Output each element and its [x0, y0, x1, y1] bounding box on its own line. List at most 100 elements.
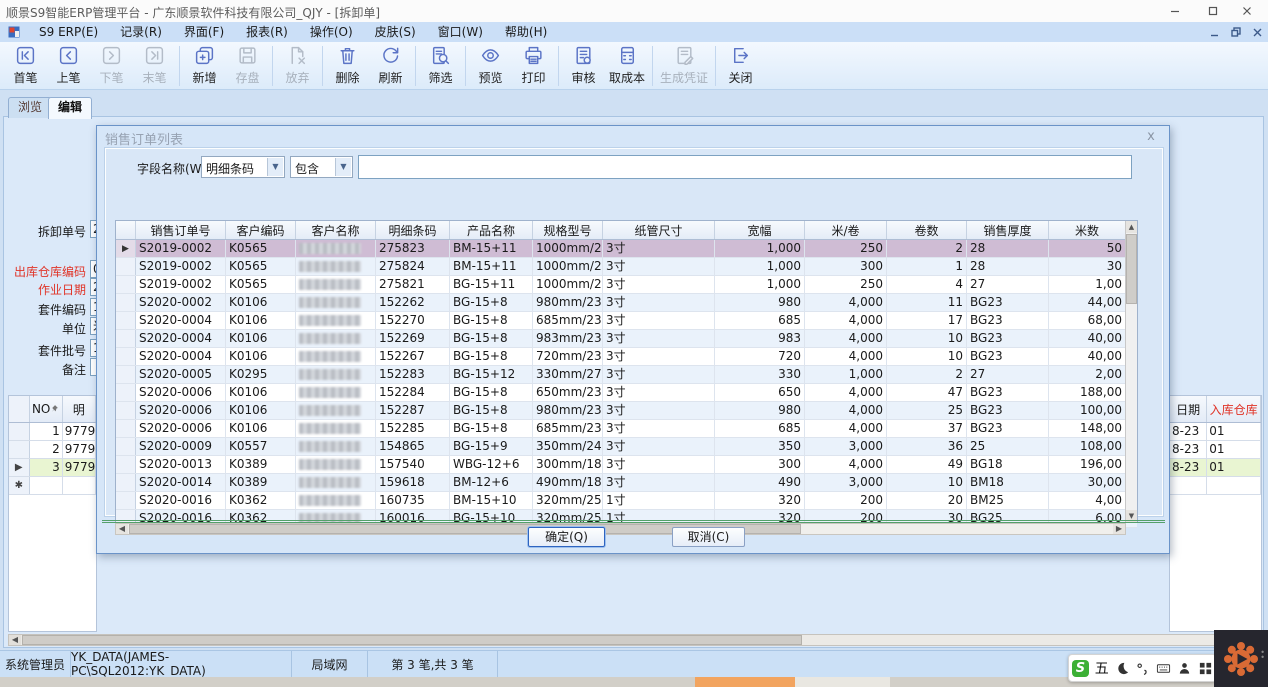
toolbar-delete-button[interactable]: 删除: [326, 44, 369, 88]
ime-mode-label[interactable]: 五: [1095, 658, 1109, 678]
toolbar-cost-button[interactable]: 取成本: [605, 44, 649, 88]
table-row[interactable]: S2020-0016K0362160735BM-15+10320mm/25um.…: [116, 492, 1137, 510]
column-header[interactable]: 销售厚度: [967, 221, 1049, 239]
grid-icon[interactable]: [1198, 661, 1213, 676]
mdi-restore-icon[interactable]: [1231, 27, 1241, 37]
toolbar-add-button[interactable]: 新增: [183, 44, 226, 88]
toolbar-preview-button[interactable]: 预览: [469, 44, 512, 88]
table-row[interactable]: ✱: [9, 477, 96, 495]
toolbar-last-button[interactable]: 末笔: [133, 44, 176, 88]
table-row[interactable]: S2020-0009K0557154865BG-15+9350mm/24um..…: [116, 438, 1137, 456]
table-row[interactable]: [1170, 477, 1261, 495]
toolbar-next-button[interactable]: 下笔: [90, 44, 133, 88]
menu-item[interactable]: 帮助(H): [494, 22, 558, 42]
column-header-warehouse[interactable]: 入库仓库: [1207, 396, 1261, 422]
column-header[interactable]: 产品名称: [450, 221, 533, 239]
table-row[interactable]: S2020-0004K0106152270BG-15+8685mm/23um..…: [116, 312, 1137, 330]
toolbar-first-button[interactable]: 首笔: [4, 44, 47, 88]
toolbar-filter-button[interactable]: 筛选: [419, 44, 462, 88]
menu-s9erp[interactable]: S9 ERP(E): [28, 22, 109, 42]
menu-item[interactable]: 皮肤(S): [364, 22, 427, 42]
column-header[interactable]: 米/卷: [805, 221, 887, 239]
table-row[interactable]: S2020-0013K0389157540WBG-12+6300mm/18um.…: [116, 456, 1137, 474]
column-header-no[interactable]: NO: [30, 396, 63, 422]
keyboard-icon[interactable]: [1156, 661, 1171, 676]
column-header[interactable]: 客户名称: [296, 221, 376, 239]
table-row[interactable]: S2020-0006K0106152285BG-15+8685mm/23um..…: [116, 420, 1137, 438]
filter-field-select[interactable]: 明细条码 ▼: [201, 156, 285, 178]
scroll-right-icon[interactable]: ▶: [1113, 524, 1125, 534]
close-button[interactable]: [1230, 0, 1264, 22]
column-header[interactable]: 客户编码: [226, 221, 296, 239]
scrollbar-thumb[interactable]: [22, 635, 802, 645]
moon-icon[interactable]: [1115, 661, 1130, 676]
tab-browse[interactable]: 浏览: [8, 97, 52, 118]
menu-item[interactable]: 操作(O): [299, 22, 364, 42]
table-row[interactable]: S2020-0006K0106152284BG-15+8650mm/23um..…: [116, 384, 1137, 402]
cell: K0106: [226, 294, 296, 311]
column-header[interactable]: 卷数: [887, 221, 967, 239]
filter-operator-select[interactable]: 包含 ▼: [290, 156, 353, 178]
mdi-minimize-icon[interactable]: [1210, 28, 1219, 37]
cancel-button[interactable]: 取消(C): [672, 527, 745, 547]
maximize-button[interactable]: [1196, 0, 1230, 22]
punct-icon[interactable]: [1135, 661, 1150, 676]
chevron-down-icon[interactable]: ▼: [267, 158, 283, 176]
cell: 200: [805, 492, 887, 509]
column-header[interactable]: 米数: [1049, 221, 1126, 239]
table-row[interactable]: S2020-0004K0106152269BG-15+8983mm/23um..…: [116, 330, 1137, 348]
chevron-down-icon[interactable]: ▼: [335, 158, 351, 176]
person-icon[interactable]: [1177, 661, 1192, 676]
column-header-date[interactable]: 日期: [1170, 396, 1207, 422]
grid-hscrollbar[interactable]: ◀ ▶: [115, 523, 1126, 535]
menu-item[interactable]: 记录(R): [109, 22, 173, 42]
toolbar-voucher-button[interactable]: 生成凭证: [656, 44, 712, 88]
table-row[interactable]: 297792: [9, 441, 96, 459]
toolbar-print-button[interactable]: 打印: [512, 44, 555, 88]
detail-grid-hscrollbar[interactable]: ◀ ▶: [8, 634, 1258, 646]
table-row[interactable]: 197792: [9, 423, 96, 441]
column-header[interactable]: 明细条码: [376, 221, 450, 239]
toolbar-refresh-button[interactable]: 刷新: [369, 44, 412, 88]
table-row[interactable]: 8-2301: [1170, 423, 1261, 441]
filter-search-input[interactable]: [358, 155, 1132, 179]
table-row[interactable]: 8-2301: [1170, 459, 1261, 477]
table-row[interactable]: S2019-0002K0565275824BM-15+111000mm/26u.…: [116, 258, 1137, 276]
column-header-detail[interactable]: 明: [63, 396, 96, 422]
dialog-close-icon[interactable]: x: [1143, 129, 1159, 144]
menu-item[interactable]: 报表(R): [235, 22, 299, 42]
table-row[interactable]: S2019-0002K0565275821BG-15+111000mm/26u.…: [116, 276, 1137, 294]
scroll-up-icon[interactable]: ▲: [1126, 221, 1137, 233]
minimize-button[interactable]: [1158, 0, 1192, 22]
table-row[interactable]: ▶397792: [9, 459, 96, 477]
menu-item[interactable]: 界面(F): [173, 22, 235, 42]
table-row[interactable]: S2020-0006K0106152287BG-15+8980mm/23um..…: [116, 402, 1137, 420]
table-row[interactable]: S2020-0014K0389159618BM-12+6490mm/18um..…: [116, 474, 1137, 492]
scroll-left-icon[interactable]: ◀: [116, 524, 128, 534]
scrollbar-thumb[interactable]: [1126, 234, 1137, 304]
table-row[interactable]: 8-2301: [1170, 441, 1261, 459]
scroll-left-icon[interactable]: ◀: [9, 635, 21, 645]
tab-edit[interactable]: 编辑: [48, 97, 92, 119]
mdi-close-icon[interactable]: [1253, 28, 1262, 37]
toolbar-audit-button[interactable]: 审核: [562, 44, 605, 88]
ime-logo-icon[interactable]: S: [1072, 660, 1089, 677]
toolbar-discard-button[interactable]: 放弃: [276, 44, 319, 88]
toolbar-prev-button[interactable]: 上笔: [47, 44, 90, 88]
ime-toolbar: S 五: [1068, 654, 1217, 682]
table-row[interactable]: ▶S2019-0002K0565275823BM-15+111000mm/26u…: [116, 240, 1137, 258]
toolbar-close-button[interactable]: 关闭: [719, 44, 762, 88]
table-row[interactable]: S2020-0004K0106152267BG-15+8720mm/23um..…: [116, 348, 1137, 366]
menu-item[interactable]: 窗口(W): [427, 22, 494, 42]
toolbar-save-button[interactable]: 存盘: [226, 44, 269, 88]
grid-vscrollbar[interactable]: ▲ ▼: [1125, 221, 1137, 522]
table-row[interactable]: S2020-0005K0295152283BG-15+12330mm/27um.…: [116, 366, 1137, 384]
cell: 25: [967, 438, 1049, 455]
column-header[interactable]: 销售订单号: [136, 221, 226, 239]
column-header[interactable]: 规格型号: [533, 221, 603, 239]
table-row[interactable]: S2020-0002K0106152262BG-15+8980mm/23um..…: [116, 294, 1137, 312]
ok-button[interactable]: 确定(Q): [528, 527, 605, 547]
column-header[interactable]: 纸管尺寸: [603, 221, 715, 239]
column-header[interactable]: 宽幅: [715, 221, 805, 239]
toolbar-separator: [558, 46, 559, 86]
